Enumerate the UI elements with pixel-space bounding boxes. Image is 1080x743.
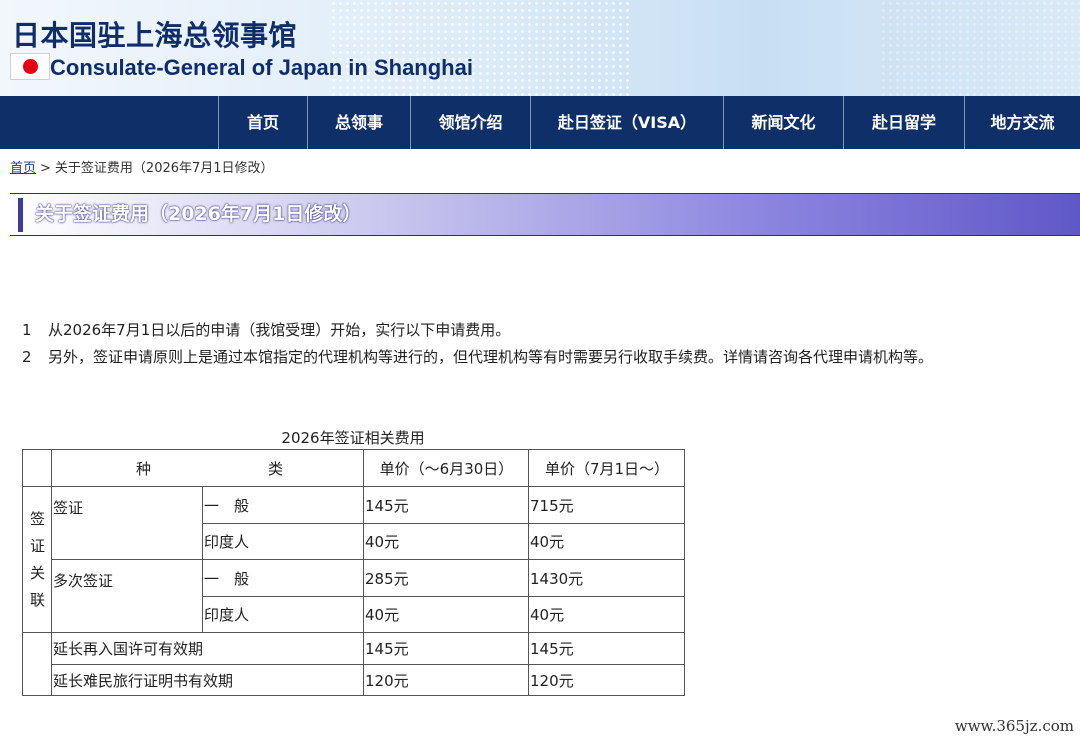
multi-visa-general-old-price: 285元	[363, 559, 529, 597]
breadcrumb-home-link[interactable]: 首页	[10, 161, 36, 176]
note-number: 2	[22, 348, 32, 366]
nav-item-local-exchange[interactable]: 地方交流	[964, 96, 1080, 149]
group-label-visa-related: 签 证 关 联	[22, 486, 52, 633]
visa-general-label: 一 般	[202, 486, 364, 524]
note-item: 2 另外，签证申请原则上是通过本馆指定的代理机构等进行的，但代理机构等有时需要另行…	[22, 346, 933, 367]
multi-visa-general-new-price: 1430元	[528, 559, 685, 597]
visa-indian-new-price: 40元	[528, 523, 685, 560]
nav-item-consulate-intro[interactable]: 领馆介绍	[410, 96, 530, 149]
table-row: 签 证 关 联 签证 一 般 145元 715元	[22, 486, 685, 633]
nav-item-visa[interactable]: 赴日签证（VISA）	[530, 96, 723, 149]
world-map-decoration-right	[880, 0, 1080, 96]
nav-item-study-japan[interactable]: 赴日留学	[843, 96, 964, 149]
site-title-chinese[interactable]: 日本国驻上海总领事馆	[12, 14, 297, 54]
reentry-label: 延长再入国许可有效期	[51, 632, 364, 665]
header-price-new: 单价（7月1日～）	[528, 449, 685, 487]
multi-visa-indian-label: 印度人	[202, 596, 364, 633]
visa-general-new-price: 715元	[528, 486, 685, 524]
refugee-label: 延长难民旅行证明书有效期	[51, 664, 364, 696]
header-blank-cell	[22, 449, 52, 487]
multi-visa-type-label: 多次签证	[51, 559, 203, 633]
reentry-new-price: 145元	[528, 632, 685, 665]
title-marker	[18, 198, 23, 232]
visa-fee-table: 种 类 单价（～6月30日） 单价（7月1日～） 签 证 关 联 签证 一 般 …	[22, 449, 685, 696]
header-price-old: 单价（～6月30日）	[363, 449, 529, 487]
note-text: 从2026年7月1日以后的申请（我馆受理）开始，实行以下申请费用。	[48, 321, 511, 339]
breadcrumb-separator: >	[40, 161, 51, 176]
breadcrumb-current: 关于签证费用（2026年7月1日修改）	[54, 161, 274, 176]
page-title-bar: 关于签证费用（2026年7月1日修改）	[10, 193, 1080, 236]
header-type-right: 类	[267, 459, 283, 478]
world-map-decoration	[330, 0, 630, 96]
refugee-new-price: 120元	[528, 664, 685, 696]
breadcrumb: 首页 > 关于签证费用（2026年7月1日修改）	[10, 157, 274, 176]
group-label-char: 联	[29, 590, 45, 609]
nav-item-news-culture[interactable]: 新闻文化	[723, 96, 843, 149]
nav-item-consul-general[interactable]: 总领事	[307, 96, 410, 149]
group-label-char: 证	[29, 536, 45, 555]
group-label-char: 关	[29, 563, 45, 582]
table-caption: 2026年签证相关费用	[281, 429, 425, 447]
table-row: 延长难民旅行证明书有效期 120元 120元	[23, 664, 685, 696]
visa-type-label: 签证	[51, 486, 203, 560]
table-row: 多次签证 一 般 285元 1430元	[23, 559, 685, 633]
header-type-cell: 种 类	[51, 449, 364, 487]
note-text: 另外，签证申请原则上是通过本馆指定的代理机构等进行的，但代理机构等有时需要另行收…	[48, 348, 934, 366]
group-label-char: 签	[29, 509, 45, 528]
watermark: www.365jz.com	[954, 717, 1074, 735]
japan-flag-icon	[10, 53, 50, 80]
note-item: 1 从2026年7月1日以后的申请（我馆受理）开始，实行以下申请费用。	[22, 319, 510, 340]
nav-item-home[interactable]: 首页	[218, 96, 307, 149]
table-row: 延长再入国许可有效期 145元 145元	[22, 632, 685, 696]
multi-visa-general-label: 一 般	[202, 559, 364, 597]
reentry-old-price: 145元	[363, 632, 529, 665]
group-blank-cell	[22, 632, 52, 696]
refugee-old-price: 120元	[363, 664, 529, 696]
main-nav: 首页 总领事 领馆介绍 赴日签证（VISA） 新闻文化 赴日留学 地方交流	[0, 96, 1080, 149]
visa-indian-label: 印度人	[202, 523, 364, 560]
site-header: 日本国驻上海总领事馆 Consulate-General of Japan in…	[0, 0, 1080, 96]
multi-visa-indian-new-price: 40元	[528, 596, 685, 633]
header-type-left: 种	[136, 459, 152, 478]
note-number: 1	[22, 321, 32, 339]
visa-indian-old-price: 40元	[363, 523, 529, 560]
table-header-row: 种 类 单价（～6月30日） 单价（7月1日～）	[22, 449, 685, 487]
multi-visa-indian-old-price: 40元	[363, 596, 529, 633]
visa-general-old-price: 145元	[363, 486, 529, 524]
site-title-english[interactable]: Consulate-General of Japan in Shanghai	[50, 55, 473, 81]
page-title: 关于签证费用（2026年7月1日修改）	[35, 203, 362, 225]
